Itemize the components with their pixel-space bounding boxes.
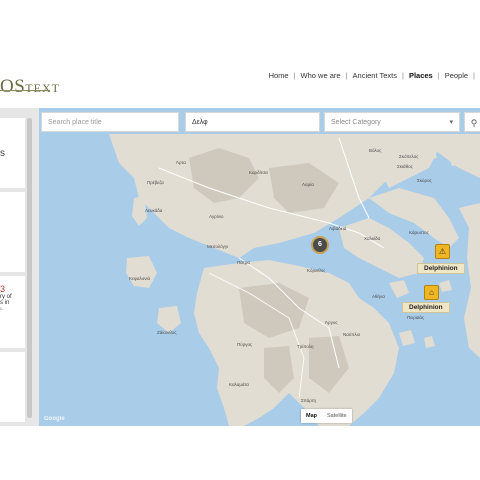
map-label-patras: Πάτρα (237, 260, 250, 265)
marker-label[interactable]: Delphinion (402, 302, 450, 313)
nav-separator: | (437, 71, 440, 80)
map-label-skyros: Σκύρος (417, 178, 432, 183)
nav-separator: | (402, 71, 404, 80)
map-label-messolonghi: Μεσολόγγι (207, 244, 229, 249)
map-attribution-logo: Google (44, 416, 65, 422)
place-title-search-input[interactable]: Search place title (41, 112, 179, 132)
site-header: OSTEXT Home | Who we are | Ancient Texts | Pla… (0, 0, 480, 105)
marker-cluster[interactable]: 6 (311, 236, 329, 254)
logo-text-sub: TEXT (25, 81, 60, 95)
map-type-map-button[interactable]: Map (301, 409, 322, 423)
map-label-zakynthos: Ζάκυνθος (157, 330, 177, 335)
result-card-meta: c. (0, 306, 4, 311)
map-label-argos: Άργος (325, 320, 338, 325)
category-select[interactable]: Select Category ▾ (324, 112, 460, 132)
temple-warning-icon[interactable]: ⚠ (435, 244, 450, 259)
map-canvas[interactable]: Άρτα Πρέβεζα Λευκάδα Κεφαλονιά Αγρίνιο Μ… (39, 108, 480, 426)
result-card-number: 3 (0, 284, 6, 294)
map-label-nafplio: Ναύπλιο (343, 332, 361, 337)
nav-ancient-texts[interactable]: Ancient Texts (353, 71, 397, 80)
map-label-livadia: Λιβαδειά (329, 226, 347, 231)
place-filter-input[interactable]: Δελφ (185, 112, 320, 132)
result-card[interactable]: 3 ry of s in c. (0, 276, 25, 348)
site-logo[interactable]: OSTEXT (0, 76, 60, 97)
temple-icon[interactable]: ⌂ (424, 285, 439, 300)
map-label-kalamata: Καλαμάτα (229, 382, 249, 387)
sidebar-scrollbar[interactable] (27, 118, 32, 418)
result-card-fragment: s (0, 148, 5, 159)
map-label-skiathos: Σκιάθος (397, 164, 413, 169)
nav-separator: | (345, 71, 348, 80)
map-type-satellite-button[interactable]: Satellite (322, 409, 352, 423)
map-label-lefkada: Λευκάδα (145, 208, 163, 213)
map-label-pyrgos: Πύργος (237, 342, 253, 347)
map-label-karditsa: Καρδίτσα (249, 170, 268, 175)
nav-separator: | (473, 71, 475, 80)
map-label-lamia: Λαμία (302, 182, 314, 187)
result-card[interactable] (0, 192, 25, 272)
map-label-agrinio: Αγρίνιο (209, 214, 224, 219)
results-sidebar: s 3 ry of s in c. (0, 108, 39, 426)
main-nav: Home | Who we are | Ancient Texts | Places | Peo… (269, 71, 480, 80)
search-icon: ⚲ (470, 118, 478, 128)
search-bar: Search place title Δελφ Select Category … (41, 112, 480, 134)
map-label-corinth: Κόρινθος (307, 268, 326, 273)
search-button[interactable]: ⚲ (464, 112, 480, 132)
nav-places[interactable]: Places (409, 71, 433, 80)
nav-separator: | (293, 71, 296, 80)
result-card[interactable] (0, 352, 25, 422)
result-card[interactable]: s (0, 118, 25, 188)
map-label-skopelos: Σκόπελος (399, 154, 419, 159)
map-label-arta: Άρτα (176, 160, 186, 165)
logo-text-main: OS (0, 76, 26, 97)
map-label-kefalonia: Κεφαλονιά (129, 276, 151, 281)
chevron-down-icon: ▾ (449, 119, 453, 126)
map-label-karystos: Κάρυστος (409, 230, 429, 235)
map-label-volos: Βόλος (369, 148, 382, 153)
nav-people[interactable]: People (445, 71, 468, 80)
logo-underline (0, 90, 50, 91)
map-label-preveza: Πρέβεζα (147, 180, 164, 185)
map-label-athens: Αθήνα (372, 294, 385, 299)
map-label-sparti: Σπάρτη (301, 398, 316, 403)
map-label-chalkida: Χαλκίδα (364, 236, 381, 241)
map-label-piraeus: Πειραιάς (407, 315, 425, 320)
category-select-label: Select Category (331, 119, 381, 126)
marker-label[interactable]: Delphinion (417, 263, 465, 274)
map-type-control: Map Satellite (301, 409, 352, 423)
nav-home[interactable]: Home (269, 71, 289, 80)
nav-who-we-are[interactable]: Who we are (301, 71, 341, 80)
map-label-tripoli: Τρίπολη (297, 344, 314, 349)
